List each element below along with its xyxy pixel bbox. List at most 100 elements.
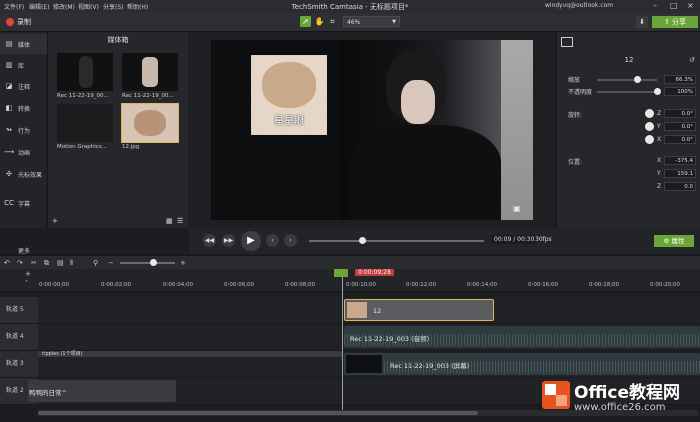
share-button[interactable]: ⇪ 分享 [652,16,698,28]
video-wall [501,40,533,220]
track-body[interactable]: ripples (1个项目) Rec 11-22-19_003 (屏幕) [38,351,700,377]
audio-clip[interactable]: Rec 11-22-19_003 (音频) [344,326,700,348]
bin-footer: + ▦ ☰ [48,214,188,228]
list-view-icon[interactable]: ☰ [177,217,185,225]
media-thumb-motion[interactable] [57,104,113,142]
ripples-group[interactable]: ripples (1个项目) [38,351,342,357]
grid-view-icon[interactable]: ▦ [166,217,174,225]
sidebar-item-transitions[interactable]: ◧ 转换 [0,98,47,118]
sidebar-item-media[interactable]: ▤ 媒体 [0,34,47,54]
copy-icon[interactable]: ⧉ [44,259,49,268]
rotation-y-value[interactable]: 0.0° [664,122,696,131]
ruler-tick: 0:00:00;00 [39,282,70,288]
redo-icon[interactable]: ↷ [17,259,23,267]
step-back-icon[interactable]: ◀◀ [203,234,216,247]
properties-button[interactable]: ⚙ 属性 [654,235,694,247]
scale-value[interactable]: 66.3% [664,75,696,84]
position-z-value[interactable]: 0.0 [664,182,696,191]
screen-clip[interactable]: Rec 11-22-19_003 (屏幕) [344,353,700,375]
record-button[interactable]: 录制 [3,16,34,28]
paste-icon[interactable]: ▤ [57,259,64,267]
scale-label: 缩放 [568,77,581,84]
track-header[interactable]: 轨道 3 [0,351,38,377]
next-marker-icon[interactable]: › [284,234,297,247]
sidebar-item-annotations[interactable]: ◪ 注释 [0,76,47,96]
rotate-x-icon[interactable] [645,135,654,144]
media-thumb-rec2[interactable] [122,53,178,91]
sidebar-item-animations[interactable]: ⟶ 动画 [0,142,47,162]
ruler-tick: 0:00:20;00 [650,282,681,288]
timeline-ruler[interactable]: + ˅ 0:00:09;28 0:00:00;00 0:00:02;00 0:0… [0,269,700,292]
track-header[interactable]: 轨道 5 [0,297,38,323]
split-icon[interactable]: ⫴ [70,259,73,268]
pan-tool-icon[interactable]: ✋ [314,16,325,27]
visual-properties-tab[interactable] [561,37,573,47]
previous-marker-icon[interactable]: ‹ [266,234,279,247]
collapse-tracks-icon[interactable]: ˅ [25,280,28,287]
sidebar-item-library[interactable]: ▥ 库 [0,55,47,75]
preview-canvas[interactable]: 星星眼 ▣ [211,40,533,220]
crop-tool-icon[interactable]: ⌗ [327,16,338,27]
opacity-slider[interactable] [597,88,661,95]
sidebar-item-behaviors[interactable]: ↬ 行为 [0,120,47,140]
fps-label: 30fps [535,236,552,243]
select-tool-icon[interactable]: ➚ [300,16,311,27]
media-thumb-image[interactable] [121,103,179,143]
clip-thumbnail [347,302,367,318]
timeline-zoom-knob[interactable] [150,259,157,266]
person-face [401,80,435,124]
track-body[interactable]: Rec 11-22-19_003 (音频) [38,324,700,350]
cut-icon[interactable]: ✂ [31,259,37,267]
media-bin: 媒体箱 Rec 11-22-19_00... Rec 11-22-19_00..… [48,32,188,228]
add-track-icon[interactable]: + [25,270,31,278]
properties-title: 12 [624,56,634,64]
track-body[interactable]: 12 [38,297,700,323]
maximize-icon[interactable]: □ [670,1,678,10]
zoom-select[interactable]: 46% ▼ [343,16,400,27]
clip-thumbnail [346,355,382,373]
zoom-out-icon[interactable]: − [108,259,114,267]
rotate-z-icon[interactable] [645,109,654,118]
behavior-icon: ↬ [6,126,12,134]
undo-icon[interactable]: ↶ [4,259,10,267]
scale-slider[interactable] [597,76,657,83]
media-icon: ▤ [5,40,13,48]
zoom-search-icon[interactable]: ⚲ [93,259,98,267]
sidebar-item-cursor-effects[interactable]: ✣ 光标效果 [0,164,47,184]
download-icon[interactable]: ⬇ [636,16,648,28]
playhead-handle[interactable] [334,269,348,277]
opacity-slider-knob[interactable] [654,88,661,95]
rotate-y-icon[interactable] [645,122,654,131]
account-menu[interactable]: windyvq@outlook.com [545,2,613,9]
minimize-icon[interactable]: – [653,1,657,10]
close-icon[interactable]: × [687,1,694,10]
image-clip[interactable]: 12 [344,299,494,321]
scrubber-knob[interactable] [358,237,366,244]
media-label: 12.jpg [122,144,140,150]
rotation-z-value[interactable]: 0.0° [664,109,696,118]
step-forward-icon[interactable]: ▶▶ [222,234,235,247]
caption-icon: CC [4,199,14,207]
image-overlay[interactable]: 星星眼 [251,55,327,135]
media-thumb-rec1[interactable] [57,53,113,91]
sidebar-item-label: 动画 [18,149,31,157]
zoom-in-icon[interactable]: + [180,259,186,267]
ruler-tick: 0:00:02;00 [101,282,132,288]
scrollbar-thumb[interactable] [38,411,478,415]
rotation-x-value[interactable]: 0.0° [664,135,696,144]
add-icon[interactable]: + [52,217,60,225]
text-clip[interactable]: 鸭鸭的日常^ [28,380,176,402]
position-y-axis: Y [657,170,661,177]
opacity-value[interactable]: 100% [664,87,696,96]
timeline-zoom-slider[interactable] [120,259,175,266]
scale-slider-knob[interactable] [633,76,641,83]
playback-scrubber[interactable] [309,237,484,244]
animation-icon: ⟶ [4,148,15,156]
play-button[interactable]: ▶ [241,231,261,251]
track-header[interactable]: 轨道 4 [0,324,38,350]
position-y-value[interactable]: 159.1 [664,169,696,178]
position-x-value[interactable]: -375.4 [664,156,696,165]
sidebar-item-captions[interactable]: CC 字幕 [0,193,47,213]
tools-sidebar: ▤ 媒体 ▥ 库 ◪ 注释 ◧ 转换 ↬ 行为 ⟶ 动画 ✣ 光标效果 CC 字幕 更多 [0,32,48,255]
sidebar-item-label: 媒体 [18,41,31,49]
